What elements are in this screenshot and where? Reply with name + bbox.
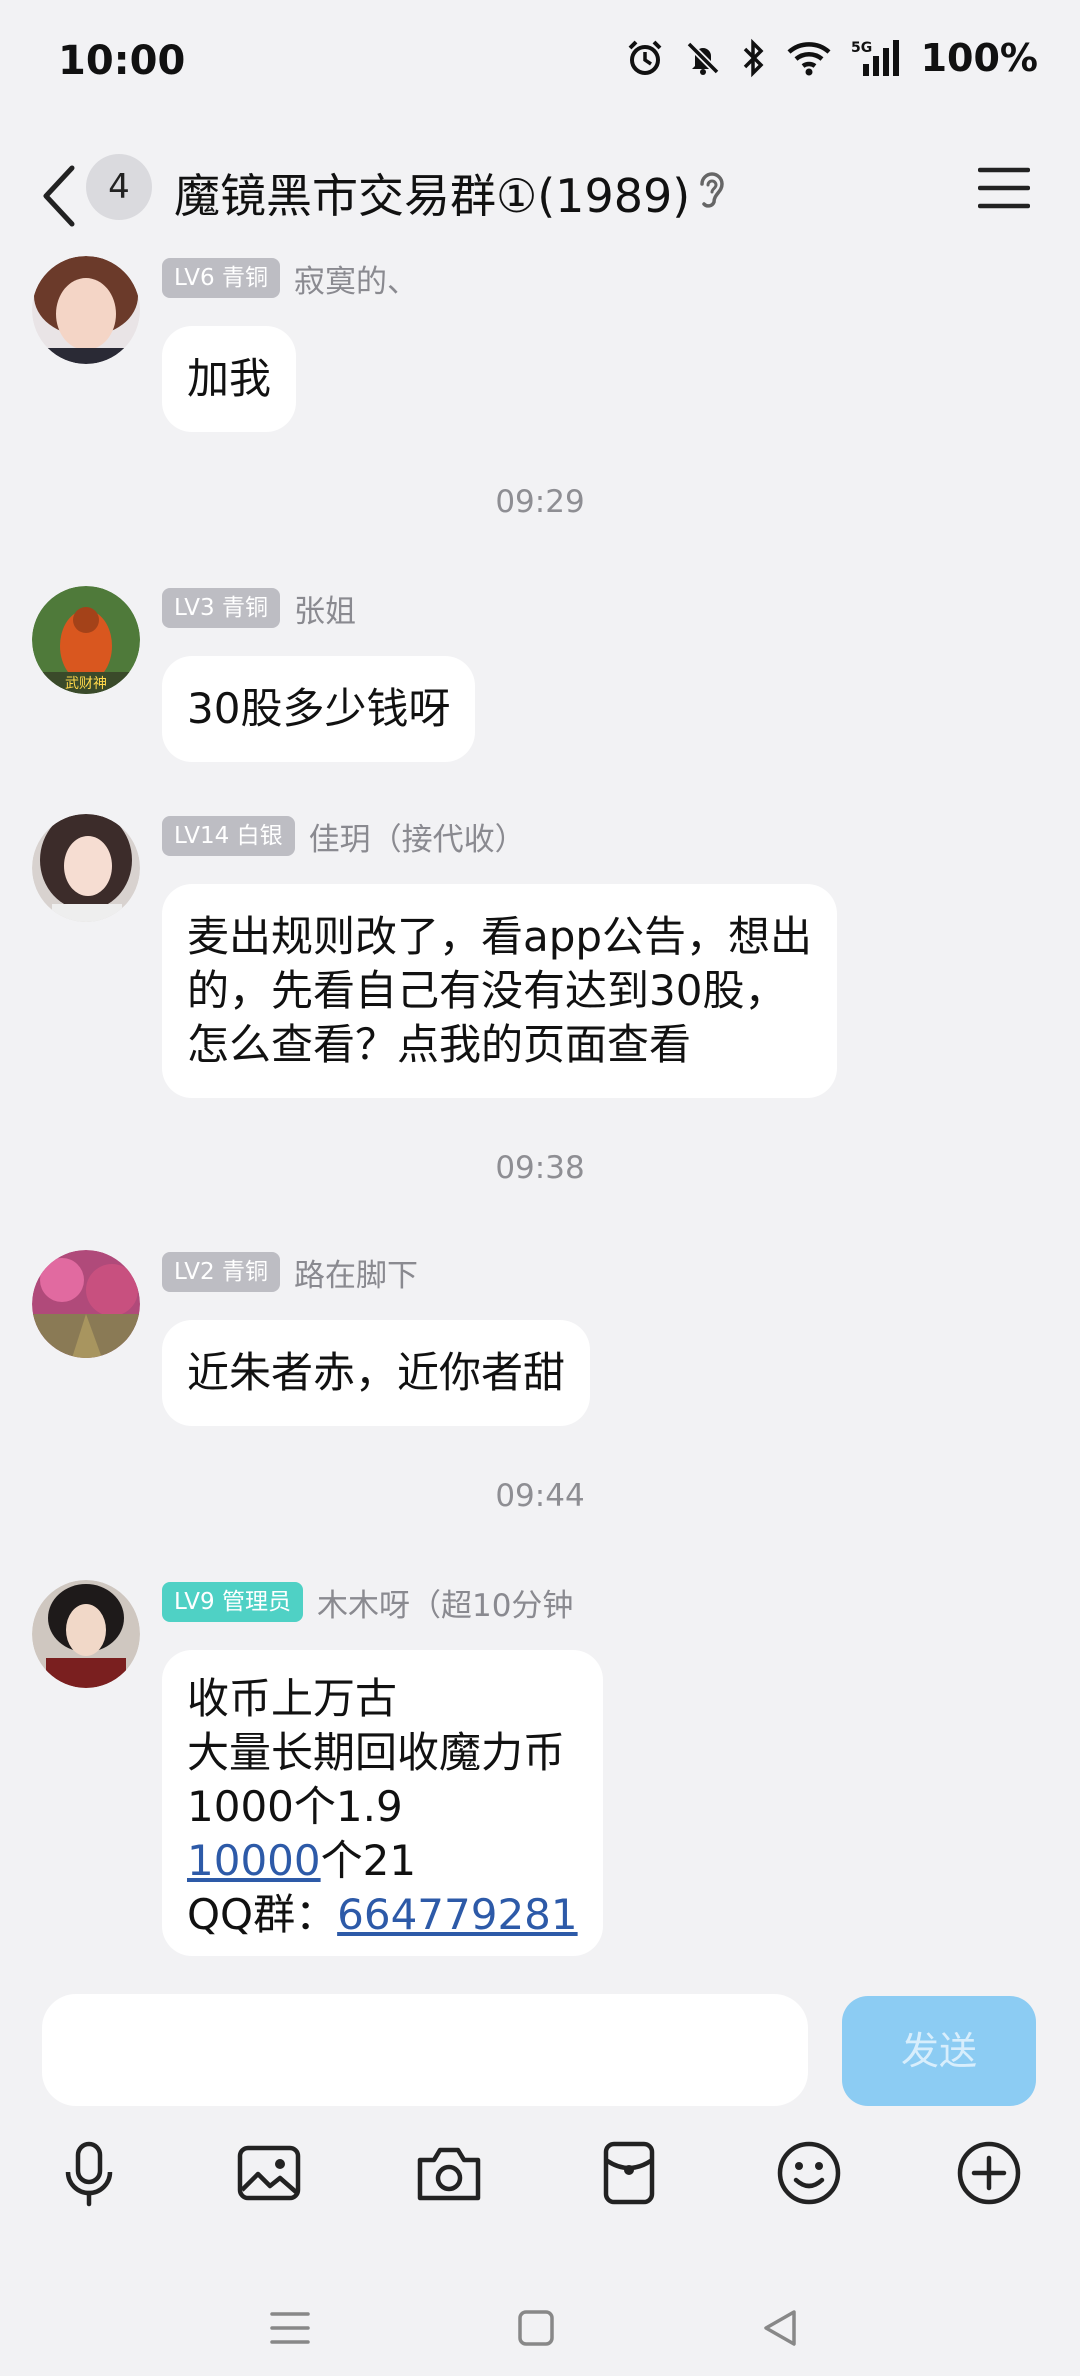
level-badge: LV6 青铜 <box>162 258 280 298</box>
message-item: LV2 青铜 路在脚下 近朱者赤，近你者甜 <box>0 1250 1080 1440</box>
qq-group-link[interactable]: 664779281 <box>337 1890 578 1939</box>
message-line: 1000个1.9 <box>187 1782 403 1831</box>
avatar[interactable] <box>32 1580 140 1688</box>
message-bubble[interactable]: 近朱者赤，近你者甜 <box>162 1320 591 1426</box>
sender-name[interactable]: 寂寞的、 <box>294 256 418 301</box>
message-bubble[interactable]: 30股多少钱呀 <box>162 656 476 762</box>
camera-icon[interactable] <box>414 2138 484 2208</box>
nav-back-icon[interactable] <box>760 2308 800 2348</box>
message-bubble[interactable]: 麦出规则改了，看app公告，想出 的，先看自己有没有达到30股， 怎么查看？点我… <box>162 884 838 1098</box>
nav-home-icon[interactable] <box>516 2308 556 2348</box>
sender-name[interactable]: 佳玥（接代收） <box>309 814 526 859</box>
plus-icon[interactable] <box>954 2138 1024 2208</box>
signal-5g-icon: 5G <box>851 40 899 76</box>
status-time: 10:00 <box>58 38 186 84</box>
image-icon[interactable] <box>234 2138 304 2208</box>
alarm-icon <box>628 40 662 75</box>
battery-level: 100% <box>920 36 1038 80</box>
wifi-icon <box>787 42 831 76</box>
ear-icon[interactable] <box>694 166 730 214</box>
level-badge: LV14 白银 <box>162 816 295 856</box>
bluetooth-icon <box>743 38 764 78</box>
level-badge: LV3 青铜 <box>162 588 280 628</box>
svg-text:武财神: 武财神 <box>65 676 107 692</box>
message-line: 收币上万古 <box>187 1674 398 1723</box>
sender-name[interactable]: 张姐 <box>294 586 356 631</box>
avatar[interactable] <box>32 814 140 922</box>
avatar[interactable] <box>32 1250 140 1358</box>
message-bubble[interactable]: 收币上万古 大量长期回收魔力币 1000个1.9 10000个21 QQ群：66… <box>162 1650 603 1956</box>
unread-count-badge[interactable]: 4 <box>86 154 152 220</box>
time-separator: 09:38 <box>495 1150 585 1186</box>
message-line: QQ群：664779281 <box>187 1888 578 1942</box>
bell-muted-icon <box>686 41 720 75</box>
message-item: LV6 青铜 寂寞的、 加我 <box>0 256 1080 446</box>
message-line: 10000个21 <box>187 1834 578 1888</box>
message-input[interactable] <box>42 1994 808 2106</box>
nav-menu-icon[interactable] <box>270 2308 310 2348</box>
avatar[interactable]: 武财神 <box>32 586 140 694</box>
avatar[interactable] <box>32 256 140 364</box>
message-bubble[interactable]: 加我 <box>162 326 297 432</box>
microphone-icon[interactable] <box>54 2138 124 2208</box>
message-meta: LV6 青铜 寂寞的、 <box>162 256 418 301</box>
time-separator: 09:44 <box>495 1478 585 1514</box>
message-meta: LV9 管理员 木木呀（超10分钟 <box>162 1580 573 1625</box>
message-item: LV9 管理员 木木呀（超10分钟 收币上万古 大量长期回收魔力币 1000个1… <box>0 1580 1080 1978</box>
back-arrow-icon[interactable] <box>34 162 86 230</box>
input-area: 发送 <box>0 1978 1080 2376</box>
level-badge: LV2 青铜 <box>162 1252 280 1292</box>
message-meta: LV14 白银 佳玥（接代收） <box>162 814 526 859</box>
message-item: LV14 白银 佳玥（接代收） 麦出规则改了，看app公告，想出 的，先看自己有… <box>0 814 1080 1114</box>
status-icons: 5G 100% <box>625 36 1038 80</box>
status-bar: 10:00 5G 100% <box>0 0 1080 130</box>
menu-icon[interactable] <box>978 166 1030 210</box>
message-text: QQ群： <box>187 1890 338 1939</box>
chat-message-list[interactable]: LV6 青铜 寂寞的、 加我 09:29 武财神 LV3 青铜 张姐 30股多少… <box>0 250 1080 1978</box>
time-separator: 09:29 <box>495 484 585 520</box>
sender-name[interactable]: 木木呀（超10分钟 <box>317 1580 573 1625</box>
message-text: 个21 <box>320 1836 417 1885</box>
message-meta: LV2 青铜 路在脚下 <box>162 1250 418 1295</box>
message-item: 武财神 LV3 青铜 张姐 30股多少钱呀 <box>0 586 1080 776</box>
admin-level-badge: LV9 管理员 <box>162 1582 303 1622</box>
message-line: 大量长期回收魔力币 <box>187 1728 566 1777</box>
svg-text:5G: 5G <box>851 40 872 56</box>
sender-name[interactable]: 路在脚下 <box>294 1250 418 1295</box>
number-link[interactable]: 10000 <box>187 1836 321 1885</box>
group-title[interactable]: 魔镜黑市交易群①(1989) <box>174 160 690 226</box>
send-button[interactable]: 发送 <box>842 1996 1036 2106</box>
message-meta: LV3 青铜 张姐 <box>162 586 356 631</box>
red-packet-icon[interactable] <box>594 2138 664 2208</box>
emoji-icon[interactable] <box>774 2138 844 2208</box>
